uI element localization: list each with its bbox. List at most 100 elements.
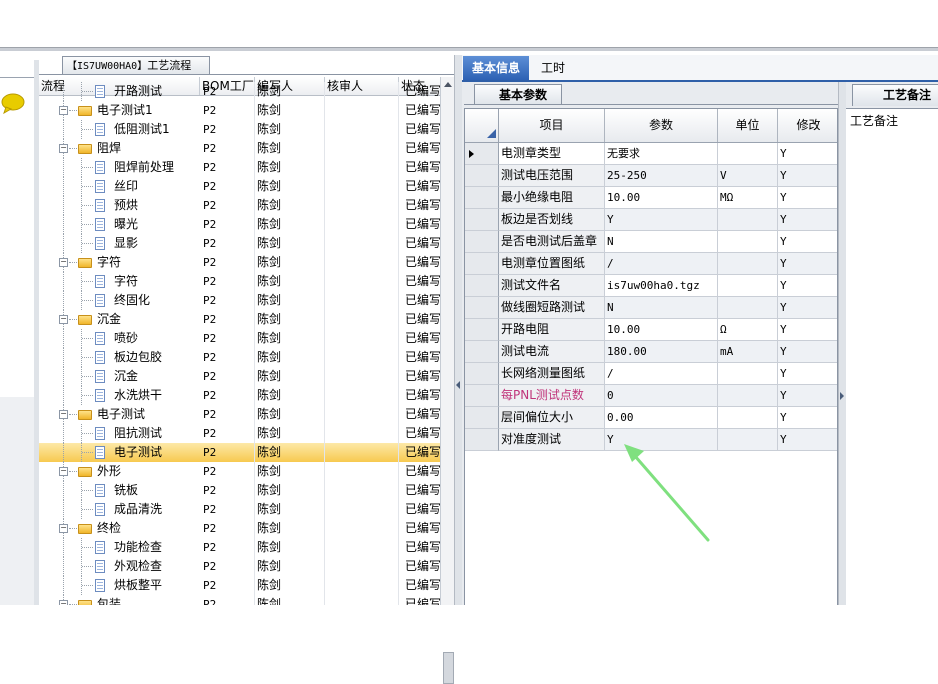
row-indicator[interactable] <box>465 231 499 253</box>
collapse-toggle-icon[interactable]: − <box>59 144 68 153</box>
table-row[interactable]: 水洗烘干 P2 陈剑 已编写 <box>39 386 440 405</box>
table-row[interactable]: − 字符 P2 陈剑 已编写 <box>39 253 440 272</box>
col-header-item[interactable]: 项目 <box>499 109 605 142</box>
table-row[interactable]: − 终检 P2 陈剑 已编写 <box>39 519 440 538</box>
tab-basic-params[interactable]: 基本参数 <box>474 84 562 105</box>
row-indicator[interactable] <box>465 429 499 451</box>
table-row[interactable]: − 外形 P2 陈剑 已编写 <box>39 462 440 481</box>
table-row[interactable]: − 电子测试 P2 陈剑 已编写 <box>39 405 440 424</box>
param-value-cell[interactable]: is7uw00ha0.tgz <box>605 275 718 297</box>
param-unit-cell[interactable] <box>718 209 778 231</box>
collapse-toggle-icon[interactable]: − <box>59 524 68 533</box>
param-row[interactable]: 电测章位置图纸 / Y <box>465 253 837 275</box>
collapse-toggle-icon[interactable]: − <box>59 258 68 267</box>
collapse-left-icon[interactable] <box>456 381 460 389</box>
row-indicator[interactable] <box>465 143 499 165</box>
param-value-cell[interactable]: 180.00 <box>605 341 718 363</box>
table-row[interactable]: − 包装 P2 陈剑 已编写 <box>39 595 440 605</box>
table-row[interactable]: 显影 P2 陈剑 已编写 <box>39 234 440 253</box>
param-value-cell[interactable]: N <box>605 231 718 253</box>
table-row[interactable]: 电子测试 P2 陈剑 已编写 <box>39 443 440 462</box>
param-modify-cell[interactable]: Y <box>778 253 837 275</box>
param-modify-cell[interactable]: Y <box>778 363 837 385</box>
row-indicator[interactable] <box>465 275 499 297</box>
row-indicator[interactable] <box>465 165 499 187</box>
collapse-toggle-icon[interactable]: − <box>59 467 68 476</box>
row-indicator[interactable] <box>465 341 499 363</box>
param-unit-cell[interactable] <box>718 275 778 297</box>
param-row[interactable]: 长网络测量图纸 / Y <box>465 363 837 385</box>
row-indicator[interactable] <box>465 253 499 275</box>
param-modify-cell[interactable]: Y <box>778 407 837 429</box>
table-row[interactable]: 成品清洗 P2 陈剑 已编写 <box>39 500 440 519</box>
table-row[interactable]: 丝印 P2 陈剑 已编写 <box>39 177 440 196</box>
param-row[interactable]: 测试文件名 is7uw00ha0.tgz Y <box>465 275 837 297</box>
table-row[interactable]: 沉金 P2 陈剑 已编写 <box>39 367 440 386</box>
tab-process-flow[interactable]: 【IS7UW00HA0】工艺流程 <box>62 56 210 74</box>
collapse-toggle-icon[interactable]: − <box>59 410 68 419</box>
param-unit-cell[interactable]: mA <box>718 341 778 363</box>
row-indicator[interactable] <box>465 407 499 429</box>
param-modify-cell[interactable]: Y <box>778 209 837 231</box>
param-modify-cell[interactable]: Y <box>778 297 837 319</box>
notes-body[interactable] <box>846 108 938 606</box>
table-row[interactable]: 铣板 P2 陈剑 已编写 <box>39 481 440 500</box>
param-row[interactable]: 测试电压范围 25-250 V Y <box>465 165 837 187</box>
table-row[interactable]: 曝光 P2 陈剑 已编写 <box>39 215 440 234</box>
col-header-unit[interactable]: 单位 <box>718 109 778 142</box>
top-splitter[interactable] <box>0 47 938 51</box>
param-value-cell[interactable]: 10.00 <box>605 319 718 341</box>
table-row[interactable]: 字符 P2 陈剑 已编写 <box>39 272 440 291</box>
param-row[interactable]: 电测章类型 无要求 Y <box>465 143 837 165</box>
collapse-toggle-icon[interactable]: − <box>59 315 68 324</box>
table-row[interactable]: − 电子测试1 P2 陈剑 已编写 <box>39 101 440 120</box>
tab-basic-info[interactable]: 基本信息 <box>463 56 529 80</box>
collapse-toggle-icon[interactable]: − <box>59 600 68 605</box>
col-header-param[interactable]: 参数 <box>605 109 718 142</box>
param-modify-cell[interactable]: Y <box>778 231 837 253</box>
splitter-grip[interactable] <box>712 48 772 59</box>
param-modify-cell[interactable]: Y <box>778 143 837 165</box>
row-indicator[interactable] <box>465 319 499 341</box>
param-unit-cell[interactable] <box>718 363 778 385</box>
row-indicator[interactable] <box>465 297 499 319</box>
param-unit-cell[interactable] <box>718 231 778 253</box>
table-row[interactable]: 烘板整平 P2 陈剑 已编写 <box>39 576 440 595</box>
grid-scrollbar[interactable] <box>440 77 455 684</box>
chat-bubble-icon[interactable] <box>0 92 26 114</box>
scroll-thumb[interactable] <box>443 652 454 684</box>
param-modify-cell[interactable]: Y <box>778 341 837 363</box>
table-row[interactable]: 功能检查 P2 陈剑 已编写 <box>39 538 440 557</box>
param-unit-cell[interactable] <box>718 253 778 275</box>
param-modify-cell[interactable]: Y <box>778 319 837 341</box>
param-row[interactable]: 板边是否划线 Y Y <box>465 209 837 231</box>
row-indicator[interactable] <box>465 209 499 231</box>
table-row[interactable]: 外观检查 P2 陈剑 已编写 <box>39 557 440 576</box>
table-row[interactable]: 开路测试 P2 陈剑 已编写 <box>39 82 440 101</box>
param-unit-cell[interactable] <box>718 385 778 407</box>
param-modify-cell[interactable]: Y <box>778 165 837 187</box>
param-value-cell[interactable]: Y <box>605 209 718 231</box>
tab-work-hours[interactable]: 工时 <box>533 56 573 80</box>
param-unit-cell[interactable] <box>718 297 778 319</box>
param-value-cell[interactable]: / <box>605 363 718 385</box>
param-row[interactable]: 测试电流 180.00 mA Y <box>465 341 837 363</box>
row-indicator[interactable] <box>465 187 499 209</box>
param-value-cell[interactable]: 25-250 <box>605 165 718 187</box>
table-row[interactable]: 低阻测试1 P2 陈剑 已编写 <box>39 120 440 139</box>
row-indicator[interactable] <box>465 385 499 407</box>
param-unit-cell[interactable]: V <box>718 165 778 187</box>
param-modify-cell[interactable]: Y <box>778 275 837 297</box>
table-row[interactable]: − 阻焊 P2 陈剑 已编写 <box>39 139 440 158</box>
table-row[interactable]: − 沉金 P2 陈剑 已编写 <box>39 310 440 329</box>
param-row[interactable]: 是否电测试后盖章 N Y <box>465 231 837 253</box>
table-row[interactable]: 阻焊前处理 P2 陈剑 已编写 <box>39 158 440 177</box>
param-value-cell[interactable]: 无要求 <box>605 143 718 165</box>
param-unit-cell[interactable] <box>718 143 778 165</box>
param-value-cell[interactable]: 0 <box>605 385 718 407</box>
param-modify-cell[interactable]: Y <box>778 385 837 407</box>
table-row[interactable]: 终固化 P2 陈剑 已编写 <box>39 291 440 310</box>
param-row[interactable]: 做线圈短路测试 N Y <box>465 297 837 319</box>
param-row[interactable]: 最小绝缘电阻 10.00 MΩ Y <box>465 187 837 209</box>
param-value-cell[interactable]: 10.00 <box>605 187 718 209</box>
